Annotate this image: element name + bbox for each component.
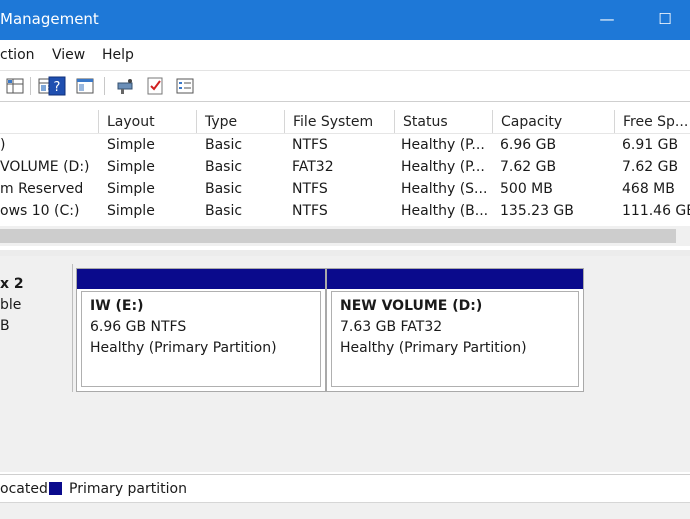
column-file-system[interactable]: File System — [284, 110, 394, 133]
table-row[interactable]: ows 10 (C:) Simple Basic NTFS Healthy (B… — [0, 200, 690, 222]
free-cell: 468 MB — [622, 181, 675, 197]
column-status[interactable]: Status — [394, 110, 492, 133]
status-cell: Healthy (B... — [401, 203, 489, 219]
partition-header-bar — [77, 269, 325, 289]
type-cell: Basic — [205, 203, 243, 219]
legend-primary: Primary partition — [69, 481, 187, 497]
type-cell: Basic — [205, 159, 243, 175]
fs-cell: NTFS — [292, 203, 328, 219]
disk-size: B — [0, 318, 10, 334]
partition-d[interactable]: NEW VOLUME (D:) 7.63 GB FAT32 Healthy (P… — [326, 268, 584, 392]
volume-list-header: Layout Type File System Status Capacity … — [0, 110, 690, 134]
fs-cell: NTFS — [292, 137, 328, 153]
status-bar — [0, 502, 690, 519]
svg-text:?: ? — [54, 80, 61, 95]
partition-header-bar — [327, 269, 583, 289]
column-volume[interactable] — [0, 110, 98, 133]
legend: ocated Primary partition — [0, 474, 690, 503]
grid-icon[interactable] — [4, 75, 26, 97]
legend-primary-swatch — [49, 482, 62, 495]
partition-body: IW (E:) 6.96 GB NTFS Healthy (Primary Pa… — [81, 291, 321, 387]
title-bar: Management — ☐ — [0, 0, 690, 40]
partition-status: Healthy (Primary Partition) — [90, 340, 277, 356]
partition-size-fs: 6.96 GB NTFS — [90, 319, 187, 335]
toolbar: ? — [0, 71, 690, 102]
volume-name: VOLUME (D:) — [0, 159, 90, 175]
status-cell: Healthy (S... — [401, 181, 488, 197]
menu-view[interactable]: View — [52, 47, 85, 63]
volume-name: m Reserved — [0, 181, 84, 197]
column-type[interactable]: Type — [196, 110, 284, 133]
partition-size-fs: 7.63 GB FAT32 — [340, 319, 443, 335]
maximize-button[interactable]: ☐ — [650, 6, 680, 32]
volume-name: ) — [0, 137, 6, 153]
scrollbar-thumb[interactable] — [0, 229, 676, 243]
type-cell: Basic — [205, 181, 243, 197]
capacity-cell: 7.62 GB — [500, 159, 557, 175]
disk-name: x 2 — [0, 276, 24, 292]
layout-cell: Simple — [107, 181, 155, 197]
help-icon[interactable]: ? — [46, 75, 68, 97]
table-row[interactable]: m Reserved Simple Basic NTFS Healthy (S.… — [0, 178, 690, 200]
free-cell: 6.91 GB — [622, 137, 679, 153]
checklist-icon[interactable] — [144, 75, 166, 97]
column-layout[interactable]: Layout — [98, 110, 196, 133]
free-cell: 111.46 GB — [622, 203, 690, 219]
horizontal-scrollbar[interactable] — [0, 226, 690, 246]
fs-cell: FAT32 — [292, 159, 334, 175]
capacity-cell: 500 MB — [500, 181, 553, 197]
type-cell: Basic — [205, 137, 243, 153]
console-icon[interactable] — [74, 75, 96, 97]
layout-cell: Simple — [107, 137, 155, 153]
column-free-space[interactable]: Free Sp... — [614, 110, 690, 133]
minimize-button[interactable]: — — [592, 6, 622, 32]
legend-unallocated: ocated — [0, 481, 48, 497]
layout-cell: Simple — [107, 159, 155, 175]
menu-help[interactable]: Help — [102, 47, 134, 63]
partition-label: IW (E:) — [90, 298, 144, 314]
capacity-cell: 135.23 GB — [500, 203, 574, 219]
status-cell: Healthy (P... — [401, 159, 485, 175]
partition-e[interactable]: IW (E:) 6.96 GB NTFS Healthy (Primary Pa… — [76, 268, 326, 392]
table-row[interactable]: ) Simple Basic NTFS Healthy (P... 6.96 G… — [0, 134, 690, 156]
disk-info[interactable]: x 2 ble B — [0, 264, 73, 392]
partition-status: Healthy (Primary Partition) — [340, 340, 527, 356]
capacity-cell: 6.96 GB — [500, 137, 557, 153]
table-row[interactable]: VOLUME (D:) Simple Basic FAT32 Healthy (… — [0, 156, 690, 178]
status-cell: Healthy (P... — [401, 137, 485, 153]
layout-cell: Simple — [107, 203, 155, 219]
partition-body: NEW VOLUME (D:) 7.63 GB FAT32 Healthy (P… — [331, 291, 579, 387]
list-view-icon[interactable] — [174, 75, 196, 97]
connect-icon[interactable] — [114, 75, 136, 97]
free-cell: 7.62 GB — [622, 159, 679, 175]
menu-bar: ction View Help — [0, 40, 690, 71]
volume-name: ows 10 (C:) — [0, 203, 80, 219]
partition-label: NEW VOLUME (D:) — [340, 298, 483, 314]
menu-action[interactable]: ction — [0, 47, 35, 63]
column-capacity[interactable]: Capacity — [492, 110, 614, 133]
disk-type: ble — [0, 297, 22, 313]
fs-cell: NTFS — [292, 181, 328, 197]
window-title: Management — [0, 10, 99, 28]
